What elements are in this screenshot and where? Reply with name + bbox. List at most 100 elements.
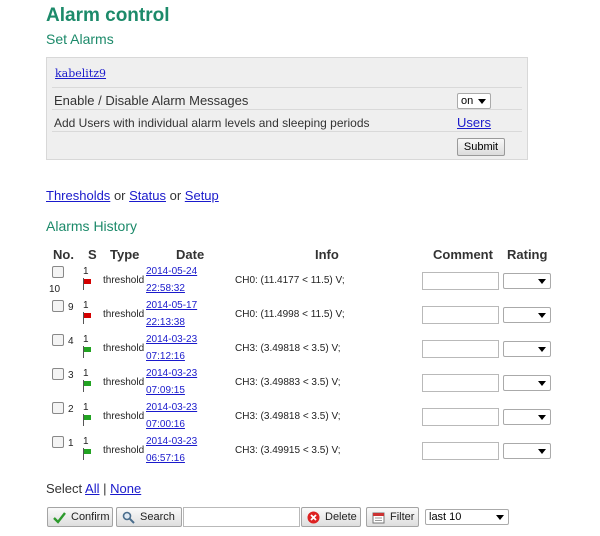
range-select-value: last 10 [429, 511, 462, 523]
comment-input[interactable] [422, 442, 499, 460]
chevron-down-icon [538, 415, 546, 420]
row-checkbox[interactable] [52, 334, 64, 346]
row-time-link[interactable]: 22:58:32 [146, 283, 185, 294]
select-all-link[interactable]: All [85, 481, 99, 496]
row-type: threshold [103, 309, 145, 320]
panel-divider [52, 87, 522, 88]
row-time-link[interactable]: 22:13:38 [146, 317, 185, 328]
range-select[interactable]: last 10 [425, 509, 509, 525]
comment-input[interactable] [422, 340, 499, 358]
row-date-link[interactable]: 2014-03-23 [146, 402, 197, 413]
filter-button[interactable]: Filter [366, 507, 419, 527]
flag-cloth [84, 313, 91, 318]
search-button[interactable]: Search [116, 507, 182, 527]
submit-button[interactable]: Submit [457, 138, 505, 156]
row-time-link[interactable]: 07:00:16 [146, 419, 185, 430]
flag-cloth [84, 449, 91, 454]
chevron-down-icon [538, 347, 546, 352]
flag-icon [82, 414, 92, 426]
flag-cloth [84, 347, 91, 352]
row-type: threshold [103, 445, 145, 456]
delete-button[interactable]: Delete [301, 507, 361, 527]
col-header-info: Info [315, 247, 339, 262]
row-time-link[interactable]: 07:12:16 [146, 351, 185, 362]
x-icon [307, 511, 320, 524]
select-label: Select [46, 481, 83, 496]
nav-links: Thresholds or Status or Setup [46, 188, 219, 203]
users-link[interactable]: Users [457, 115, 491, 130]
check-icon [53, 512, 66, 524]
row-type: threshold [103, 411, 145, 422]
flag-cloth [84, 381, 91, 386]
row-date-link[interactable]: 2014-05-17 [146, 300, 197, 311]
flag-icon [82, 312, 92, 324]
rating-select[interactable] [503, 307, 551, 323]
row-info: CH3: (3.49883 < 3.5) V; [235, 377, 341, 388]
nav-separator: or [169, 188, 182, 203]
flag-cloth [84, 279, 91, 284]
panel-divider [52, 131, 522, 132]
rating-select[interactable] [503, 375, 551, 391]
thresholds-link[interactable]: Thresholds [46, 188, 110, 203]
search-input[interactable] [183, 507, 300, 527]
row-number: 3 [68, 370, 74, 381]
col-header-s: S [88, 247, 97, 262]
row-number: 9 [68, 302, 74, 313]
delete-label: Delete [325, 511, 357, 523]
row-time-link[interactable]: 07:09:15 [146, 385, 185, 396]
row-date-link[interactable]: 2014-05-24 [146, 266, 197, 277]
row-checkbox[interactable] [52, 402, 64, 414]
page-subtitle: Set Alarms [46, 31, 114, 47]
flag-icon [82, 278, 92, 290]
flag-cloth [84, 415, 91, 420]
row-time-link[interactable]: 06:57:16 [146, 453, 185, 464]
row-checkbox[interactable] [52, 368, 64, 380]
select-none-link[interactable]: None [110, 481, 141, 496]
row-number: 4 [68, 336, 74, 347]
row-date-link[interactable]: 2014-03-23 [146, 436, 197, 447]
row-checkbox[interactable] [52, 266, 64, 278]
comment-input[interactable] [422, 408, 499, 426]
rating-select[interactable] [503, 443, 551, 459]
col-header-comment: Comment [433, 247, 493, 262]
comment-input[interactable] [422, 306, 499, 324]
filter-label: Filter [390, 511, 415, 523]
add-users-label: Add Users with individual alarm levels a… [54, 116, 370, 130]
chevron-down-icon [496, 515, 504, 520]
enable-alarms-select[interactable]: on [457, 93, 491, 109]
alarms-history-title: Alarms History [46, 218, 138, 234]
col-header-date: Date [176, 247, 205, 262]
rating-select[interactable] [503, 273, 551, 289]
row-checkbox[interactable] [52, 436, 64, 448]
row-severity: 1 [83, 266, 89, 277]
comment-input[interactable] [422, 272, 499, 290]
row-severity: 1 [83, 368, 89, 379]
chevron-down-icon [538, 381, 546, 386]
magnifier-icon [122, 511, 135, 524]
row-severity: 1 [83, 334, 89, 345]
confirm-button[interactable]: Confirm [47, 507, 113, 527]
comment-input[interactable] [422, 374, 499, 392]
select-separator: | [103, 481, 107, 496]
col-header-no: No. [53, 247, 74, 262]
row-number: 10 [49, 284, 61, 295]
row-info: CH3: (3.49818 < 3.5) V; [235, 411, 341, 422]
flag-icon [82, 346, 92, 358]
row-date-link[interactable]: 2014-03-23 [146, 334, 197, 345]
status-link[interactable]: Status [129, 188, 166, 203]
row-type: threshold [103, 275, 145, 286]
user-link[interactable]: kabelitz9 [55, 67, 106, 80]
row-number: 2 [68, 404, 74, 415]
calendar-icon [372, 512, 385, 524]
flag-icon [82, 380, 92, 392]
row-severity: 1 [83, 436, 89, 447]
row-severity: 1 [83, 300, 89, 311]
rating-select[interactable] [503, 409, 551, 425]
enable-alarms-value: on [461, 95, 474, 107]
setup-link[interactable]: Setup [185, 188, 219, 203]
row-checkbox[interactable] [52, 300, 64, 312]
rating-select[interactable] [503, 341, 551, 357]
row-date-link[interactable]: 2014-03-23 [146, 368, 197, 379]
row-info: CH3: (3.49915 < 3.5) V; [235, 445, 341, 456]
row-type: threshold [103, 343, 145, 354]
